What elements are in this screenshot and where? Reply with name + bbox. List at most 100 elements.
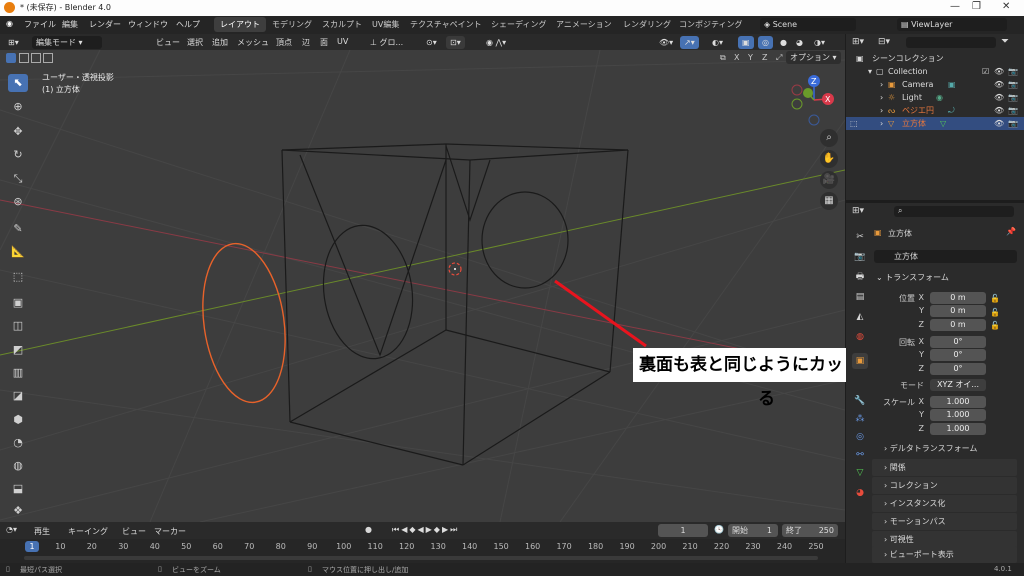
smooth-tool-icon[interactable]: ◍	[8, 457, 28, 475]
playback-controls[interactable]: ⏮◀◆◀▶◆▶⏭	[392, 525, 459, 535]
select-box-mode-icon[interactable]	[6, 53, 16, 63]
options-menu[interactable]: オプション ▾	[786, 51, 841, 64]
poly-build-tool-icon[interactable]: ⬢	[8, 411, 28, 429]
outliner-item-cube[interactable]: ⬚ › ▽ 立方体 ▽ 👁 📷	[846, 117, 1024, 130]
timeline-menu-playback[interactable]: 再生	[34, 526, 50, 537]
record-icon[interactable]: ●	[365, 525, 372, 534]
eye-icon[interactable]: 👁	[994, 117, 1004, 130]
properties-search-field[interactable]: ⌕	[894, 206, 1014, 217]
render-camera-icon[interactable]: 📷	[1008, 91, 1018, 104]
lock-icon[interactable]: 🔓	[990, 319, 1000, 333]
rotate-tool-icon[interactable]: ↻	[8, 146, 28, 164]
timeline-ruler[interactable]: 1 10 20 30 40 50 60 70 80 90 100 110 120 130 140 150 160…	[0, 539, 845, 563]
tab-shading[interactable]: シェーディング	[485, 17, 552, 32]
timeline-menu-view[interactable]: ビュー	[122, 526, 146, 537]
scene-selector[interactable]: ◈ Scene	[760, 18, 856, 31]
rotation-z-field[interactable]: 0°	[930, 363, 986, 375]
grid-toggle-icon[interactable]: ▦	[820, 192, 838, 210]
transform-tool-icon[interactable]: ⊛	[8, 193, 28, 211]
shading-material-icon[interactable]: ◕	[792, 36, 807, 49]
menu-help[interactable]: ヘルプ	[176, 19, 200, 30]
pan-hand-icon[interactable]: ✋	[820, 150, 838, 168]
select-subtract-mode-icon[interactable]	[31, 53, 41, 63]
clock-icon[interactable]: 🕓	[714, 525, 724, 534]
vp-menu-select[interactable]: 選択	[187, 37, 203, 48]
outliner-item-light[interactable]: › ☼ Light ◉ 👁 📷	[846, 91, 1024, 104]
shading-render-icon[interactable]: ◑▾	[810, 36, 829, 49]
cursor-tool-icon[interactable]: ⊕	[8, 98, 28, 116]
vp-menu-uv[interactable]: UV	[337, 37, 348, 46]
rotation-x-field[interactable]: 0°	[930, 336, 986, 348]
expand-icon[interactable]: ›	[880, 91, 883, 104]
section-viewport-display[interactable]: › ビューポート表示	[872, 546, 1017, 563]
rotation-mode-select[interactable]: XYZ オイ...	[930, 379, 986, 391]
tab-animation[interactable]: アニメーション	[550, 17, 618, 32]
render-camera-icon[interactable]: 📷	[1008, 104, 1018, 117]
measure-tool-icon[interactable]: 📐	[8, 243, 28, 261]
render-camera-icon[interactable]: 📷	[1008, 65, 1018, 78]
shading-solid-icon[interactable]: ●	[776, 36, 791, 49]
tab-layout[interactable]: レイアウト	[214, 17, 266, 32]
editor-type-icon[interactable]: ⊞▾	[4, 36, 23, 49]
transform-header[interactable]: ⌄ トランスフォーム	[872, 270, 1022, 286]
viewlayer-selector[interactable]: ▤ ViewLayer	[897, 18, 1007, 31]
vp-menu-add[interactable]: 追加	[212, 37, 228, 48]
minimize-icon[interactable]: —	[950, 1, 960, 12]
location-y-field[interactable]: 0 m	[930, 305, 986, 317]
scale-y-field[interactable]: 1.000	[930, 409, 986, 421]
eye-icon[interactable]: 👁	[994, 104, 1004, 117]
xray-icon[interactable]: ▣	[738, 36, 754, 49]
constraints-tab-icon[interactable]: ⚯	[852, 447, 868, 463]
extrude-tool-icon[interactable]: ▣	[8, 294, 28, 312]
rip-tool-icon[interactable]: ❖	[8, 502, 28, 520]
gizmo-icon[interactable]: ↗▾	[680, 36, 699, 49]
select-invert-mode-icon[interactable]	[43, 53, 53, 63]
close-icon[interactable]: ✕	[1002, 1, 1010, 12]
filter-icon[interactable]: ⏷	[1001, 36, 1009, 47]
delta-transform-header[interactable]: › デルタトランスフォーム	[884, 443, 977, 454]
timeline-scrollbar[interactable]	[24, 556, 818, 560]
timeline-menu-keying[interactable]: キーイング	[68, 526, 108, 537]
tab-sculpt[interactable]: スカルプト	[316, 17, 368, 32]
annotate-tool-icon[interactable]: ✎	[8, 220, 28, 238]
tab-texture-paint[interactable]: テクスチャペイント	[404, 17, 488, 32]
mirror-y[interactable]: Y	[748, 53, 753, 62]
knife-tool-icon[interactable]: ◪	[8, 387, 28, 405]
expand-icon[interactable]: ›	[880, 78, 883, 91]
camera-view-icon[interactable]: 🎥	[820, 171, 838, 189]
scale-x-field[interactable]: 1.000	[930, 396, 986, 408]
scale-tool-icon[interactable]: ⤡	[8, 170, 28, 188]
vp-menu-mesh[interactable]: メッシュ	[237, 37, 269, 48]
mirror-z[interactable]: Z	[762, 53, 767, 62]
section-relations[interactable]: › 関係	[872, 459, 1017, 476]
select-extend-mode-icon[interactable]	[19, 53, 29, 63]
move-tool-icon[interactable]: ✥	[8, 123, 28, 141]
render-tab-icon[interactable]: 📷	[852, 249, 868, 265]
shading-wireframe-icon[interactable]: ◎	[758, 36, 773, 49]
outliner-collection[interactable]: ▾ ▢ Collection ☑ 👁 📷	[846, 65, 1024, 78]
shear-tool-icon[interactable]: ⬓	[8, 480, 28, 498]
scale-z-field[interactable]: 1.000	[930, 423, 986, 435]
section-motion-paths[interactable]: › モーションパス	[872, 513, 1017, 530]
viewport-3d[interactable]: Z X ユーザー・透視投影 (1) 立方体 ⧉ X Y Z ⤢ オプション ▾ …	[0, 50, 900, 522]
end-frame-field[interactable]: 終了 250	[782, 524, 838, 537]
expand-icon[interactable]: ›	[880, 104, 883, 117]
proportional-icon[interactable]: ◉ ⋀▾	[482, 36, 510, 49]
snap-icon[interactable]: ⊡▾	[446, 36, 465, 49]
eye-icon[interactable]: 👁	[994, 91, 1004, 104]
lock-icon[interactable]: 🔓	[990, 292, 1000, 306]
overlay-icon[interactable]: ◐▾	[708, 36, 727, 49]
outliner-item-bezier[interactable]: › ᔓ ベジエ円 ⤾ 👁 📷	[846, 104, 1024, 117]
vp-menu-view[interactable]: ビュー	[156, 37, 180, 48]
mirror-icon[interactable]: ⧉	[720, 53, 726, 63]
checkbox-icon[interactable]: ☑	[982, 65, 989, 78]
lock-icon[interactable]: 🔓	[990, 306, 1000, 320]
menu-edit[interactable]: 編集	[62, 19, 78, 30]
section-instancing[interactable]: › インスタンス化	[872, 495, 1017, 512]
timeline-menu-marker[interactable]: マーカー	[154, 526, 186, 537]
mirror-x[interactable]: X	[734, 53, 739, 62]
edit-mode-icon[interactable]: ⬚	[850, 117, 858, 130]
outliner-editor-icon[interactable]: ⊞▾	[852, 37, 864, 47]
maximize-icon[interactable]: ❐	[972, 1, 981, 12]
outliner-item-camera[interactable]: › ▣ Camera ▣ 👁 📷	[846, 78, 1024, 91]
